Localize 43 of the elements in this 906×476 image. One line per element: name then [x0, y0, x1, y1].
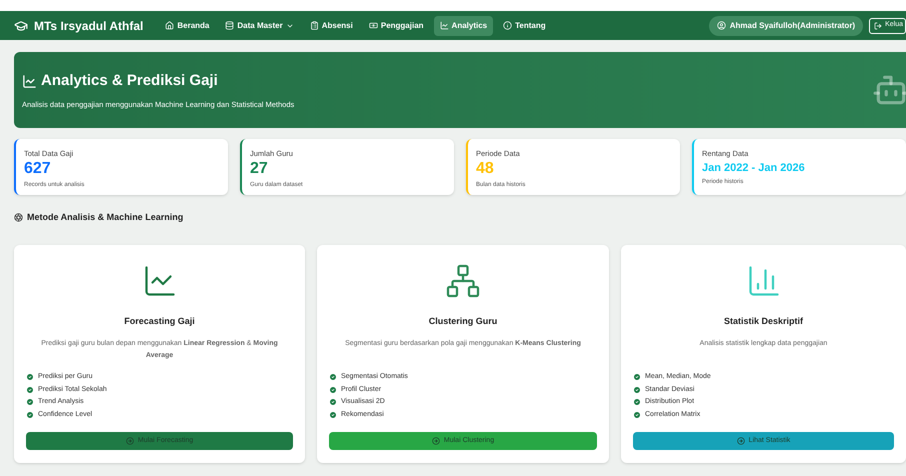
home-icon	[165, 21, 174, 30]
check-icon	[633, 398, 641, 406]
check-icon	[633, 386, 641, 394]
method-title: Clustering Guru	[428, 314, 498, 328]
check-icon	[633, 410, 641, 419]
check-icon	[329, 398, 337, 406]
stat-value: 27	[250, 159, 269, 180]
money-icon	[368, 21, 378, 30]
method-title: Statistik Deskriptif	[722, 314, 804, 328]
user-icon	[716, 21, 726, 30]
hero-title: Analytics & Prediksi Gaji	[41, 71, 218, 92]
logout-icon	[874, 22, 882, 30]
check-icon	[329, 386, 337, 394]
check-icon	[26, 373, 34, 382]
stat-value: Jan 2022 - Jan 2026	[702, 162, 806, 176]
check-icon	[26, 386, 34, 394]
stat-value: 48	[476, 159, 495, 180]
nav-link[interactable]: Penggajian	[362, 16, 430, 36]
arrow-circle-icon	[432, 437, 440, 445]
clipboard-icon	[310, 21, 319, 30]
check-icon	[26, 410, 34, 419]
database-icon	[225, 21, 234, 30]
check-icon	[633, 373, 641, 382]
nav-link[interactable]: Absensi	[304, 16, 359, 36]
check-icon	[329, 410, 337, 419]
check-icon	[329, 373, 337, 382]
nav-link[interactable]: Data Master	[219, 16, 300, 36]
section-title: Metode Analisis & Machine Learning	[27, 211, 184, 224]
brand-name[interactable]: MTs Irsyadul Athfal	[34, 16, 144, 34]
info-icon	[503, 21, 512, 30]
stat-value: 627	[24, 159, 52, 180]
nav-link[interactable]: Tentang	[497, 16, 552, 36]
arrow-circle-icon	[126, 437, 134, 445]
chart-icon	[440, 21, 449, 30]
user-pill[interactable]: Ahmad Syaifulloh(Administrator)	[708, 16, 864, 36]
hierarchy-icon	[445, 262, 481, 298]
nav-link[interactable]: Beranda	[159, 16, 216, 36]
trend-icon	[22, 74, 37, 89]
arrow-circle-icon	[736, 437, 745, 445]
graduation-cap-icon	[14, 18, 28, 32]
check-icon	[26, 398, 34, 406]
nav-link[interactable]: Analytics	[434, 16, 494, 36]
method-title: Forecasting Gaji	[123, 314, 196, 328]
